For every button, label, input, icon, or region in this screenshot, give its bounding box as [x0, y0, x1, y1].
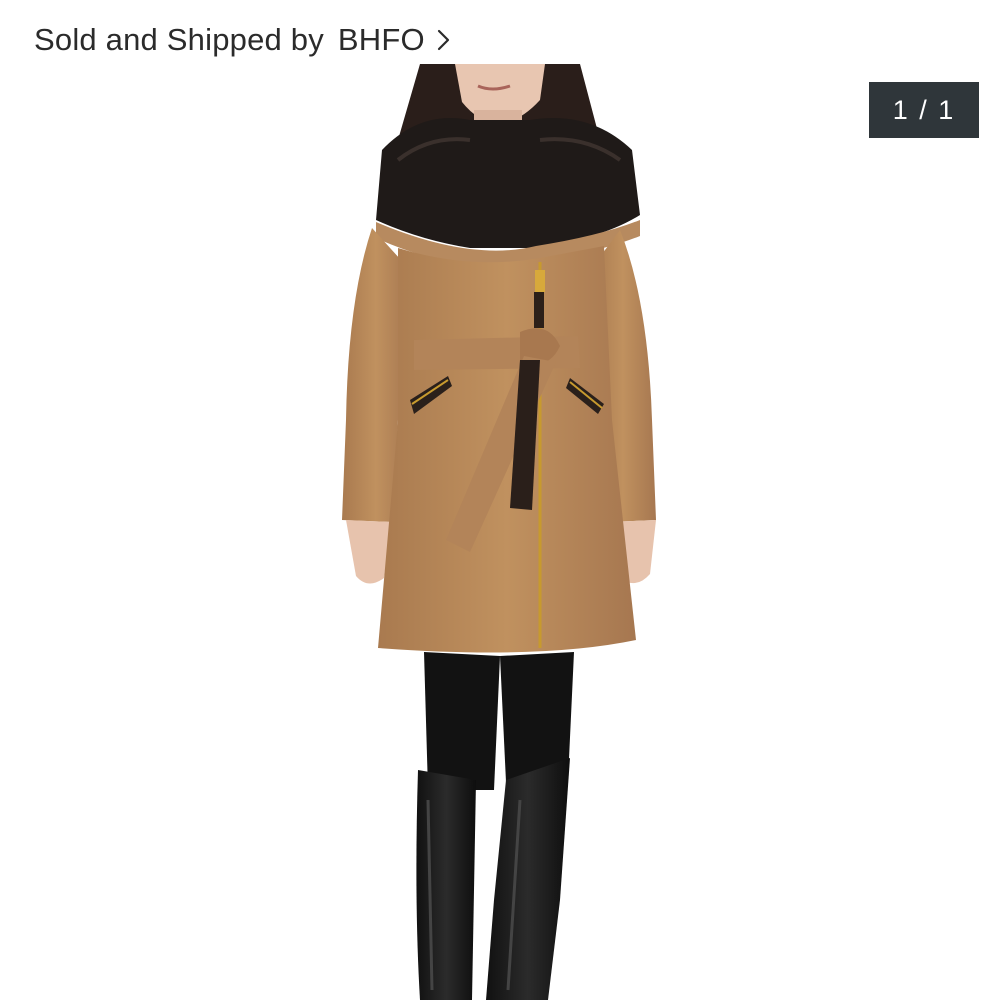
- seller-name: BHFO: [337, 22, 425, 57]
- product-image-gallery[interactable]: [0, 64, 1000, 1000]
- seller-prefix: Sold and Shipped by: [34, 22, 324, 57]
- chevron-right-icon: [437, 28, 451, 52]
- product-image: [342, 64, 656, 1000]
- seller-link[interactable]: Sold and Shipped by BHFO: [34, 18, 451, 62]
- image-counter: 1 / 1: [869, 82, 979, 138]
